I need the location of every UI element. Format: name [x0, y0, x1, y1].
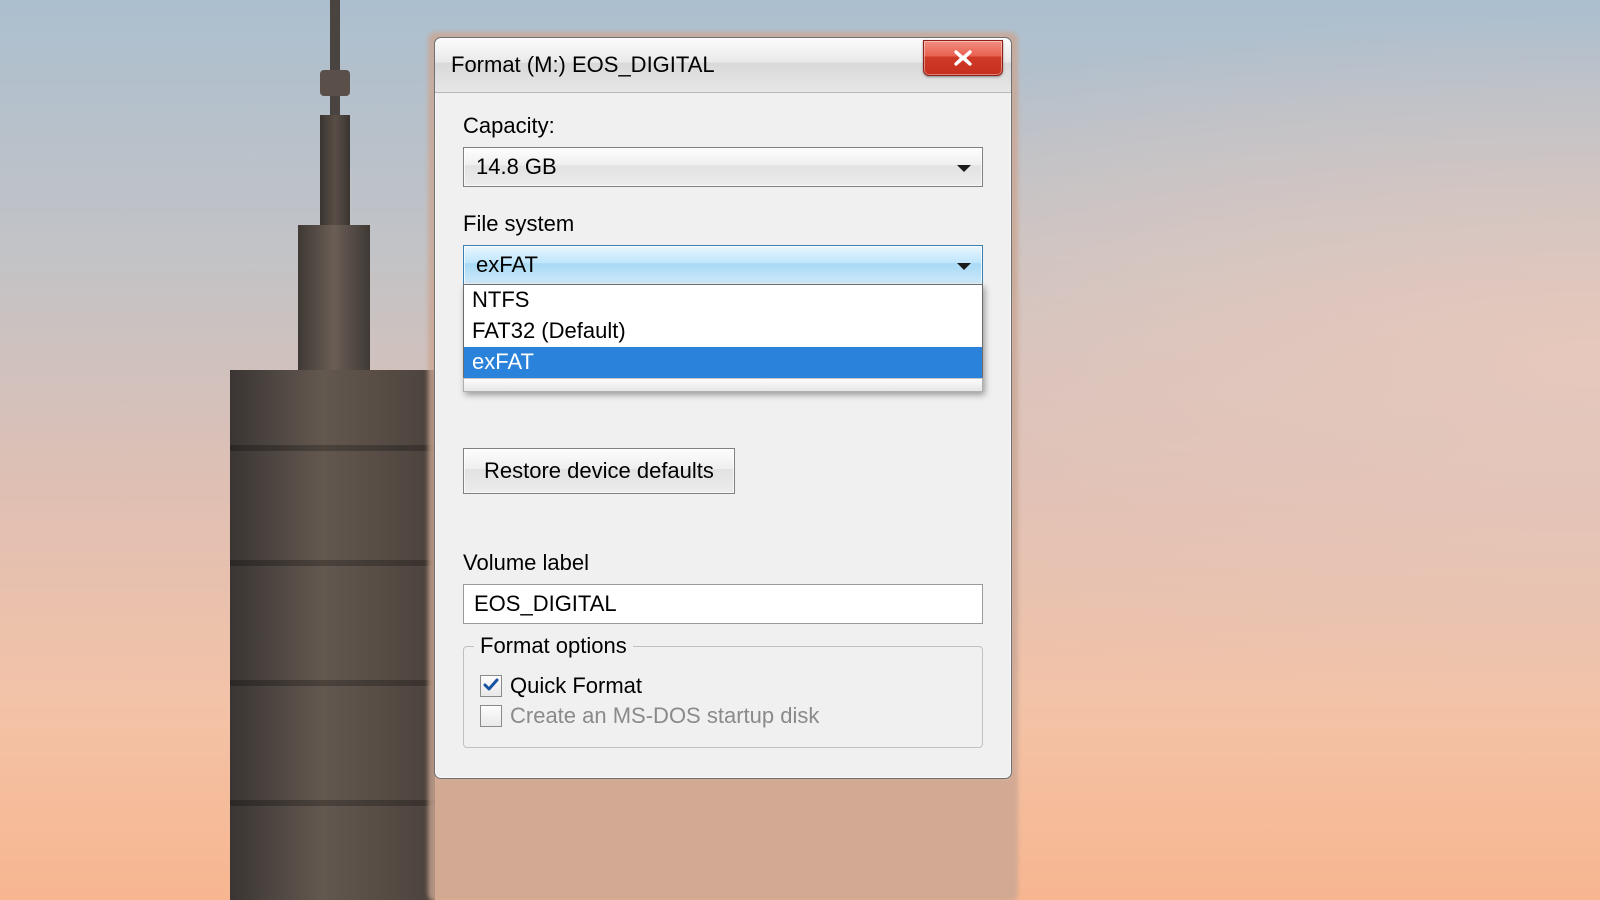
filesystem-combobox[interactable]: exFAT — [463, 245, 983, 285]
volume-label-label: Volume label — [463, 550, 983, 576]
dropdown-footer — [463, 378, 983, 392]
format-options-legend: Format options — [474, 633, 633, 659]
wallpaper-element — [320, 70, 350, 96]
chevron-down-icon — [956, 154, 972, 180]
filesystem-option-fat32[interactable]: FAT32 (Default) — [464, 316, 982, 347]
restore-defaults-button[interactable]: Restore device defaults — [463, 448, 735, 494]
wallpaper-element — [320, 115, 350, 235]
filesystem-dropdown[interactable]: NTFS FAT32 (Default) exFAT — [463, 284, 983, 392]
quick-format-label: Quick Format — [510, 673, 642, 699]
msdos-startup-checkbox — [480, 705, 502, 727]
chevron-down-icon — [956, 252, 972, 278]
window-title: Format (M:) EOS_DIGITAL — [451, 52, 923, 78]
quick-format-row[interactable]: Quick Format — [480, 673, 966, 699]
capacity-label: Capacity: — [463, 113, 983, 139]
filesystem-option-exfat[interactable]: exFAT — [464, 347, 982, 378]
format-options-group: Format options Quick Format Create an MS… — [463, 646, 983, 748]
wallpaper-element — [230, 800, 435, 806]
close-button[interactable] — [923, 40, 1003, 76]
close-icon — [953, 50, 973, 66]
volume-label-input[interactable]: EOS_DIGITAL — [463, 584, 983, 624]
desktop-wallpaper: Format (M:) EOS_DIGITAL Capacity: 14.8 G… — [0, 0, 1600, 900]
filesystem-label: File system — [463, 211, 983, 237]
filesystem-option-ntfs[interactable]: NTFS — [464, 285, 982, 316]
wallpaper-element — [230, 680, 435, 686]
dialog-client-area: Capacity: 14.8 GB File system exFAT NTFS… — [435, 93, 1011, 778]
check-icon — [482, 676, 500, 694]
capacity-combobox[interactable]: 14.8 GB — [463, 147, 983, 187]
quick-format-checkbox[interactable] — [480, 675, 502, 697]
volume-label-value: EOS_DIGITAL — [474, 591, 617, 617]
wallpaper-element — [230, 445, 435, 451]
titlebar[interactable]: Format (M:) EOS_DIGITAL — [435, 38, 1011, 93]
wallpaper-element — [298, 225, 370, 375]
capacity-value: 14.8 GB — [476, 154, 557, 180]
format-dialog: Format (M:) EOS_DIGITAL Capacity: 14.8 G… — [434, 37, 1012, 779]
msdos-startup-label: Create an MS-DOS startup disk — [510, 703, 819, 729]
filesystem-value: exFAT — [476, 252, 538, 278]
msdos-startup-row: Create an MS-DOS startup disk — [480, 703, 966, 729]
wallpaper-element — [230, 560, 435, 566]
